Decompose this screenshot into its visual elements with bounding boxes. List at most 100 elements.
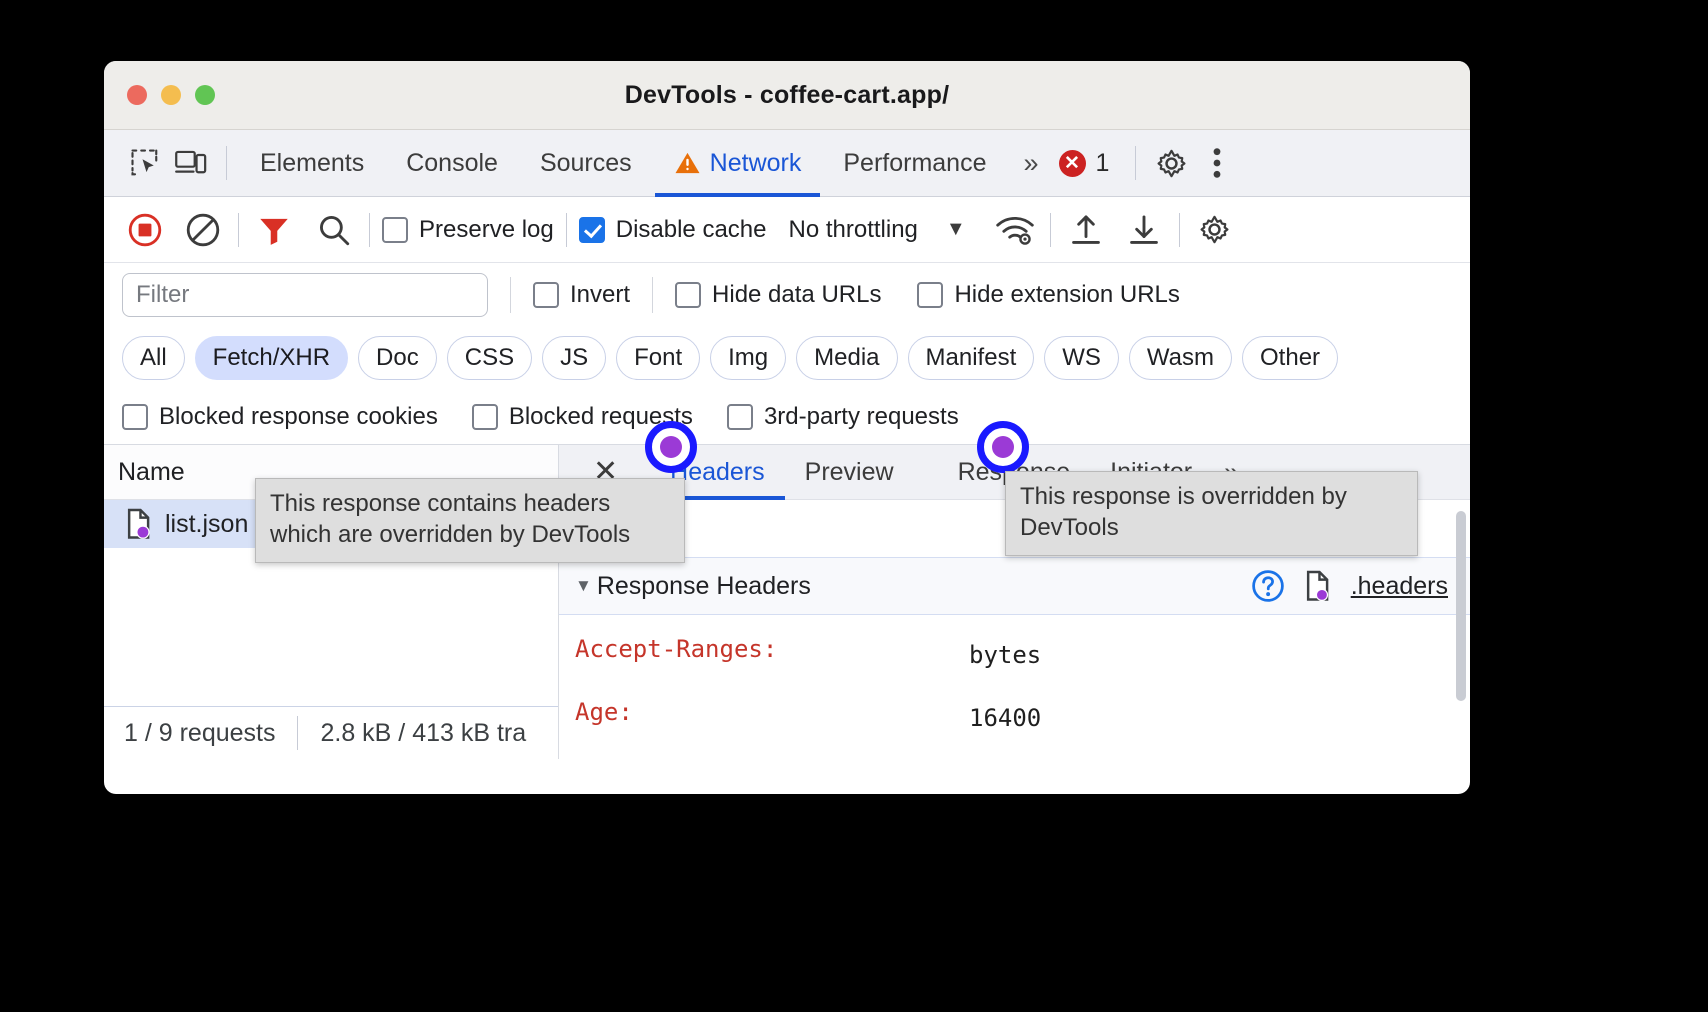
chip-css[interactable]: CSS	[447, 336, 532, 380]
header-name: Accept-Ranges:	[575, 635, 969, 676]
chip-img[interactable]: Img	[710, 336, 786, 380]
disable-cache-box[interactable]	[579, 217, 605, 243]
tab-preview-label: Preview	[805, 458, 894, 487]
json-file-overridden-icon	[124, 508, 154, 540]
tab-console-label: Console	[406, 149, 498, 178]
chevron-down-icon[interactable]: ▼	[946, 218, 966, 241]
chevron-down-icon[interactable]: ▼	[575, 576, 592, 596]
hide-extension-urls-label: Hide extension URLs	[954, 281, 1179, 309]
blocked-response-cookies-label: Blocked response cookies	[159, 403, 438, 431]
download-arrow-icon[interactable]	[1121, 207, 1167, 253]
tab-network-label: Network	[710, 149, 802, 178]
toolbar-divider-4	[1050, 213, 1051, 247]
request-name: list.json	[165, 510, 248, 539]
chip-manifest[interactable]: Manifest	[908, 336, 1035, 380]
blocked-response-cookies-box[interactable]	[122, 404, 148, 430]
tab-sources[interactable]: Sources	[519, 130, 653, 197]
network-settings-gear-icon[interactable]	[1192, 207, 1238, 253]
response-headers-section-header[interactable]: ▼ Response Headers	[559, 557, 1470, 615]
throttling-select[interactable]: No throttling	[788, 216, 917, 244]
badge-divider	[1135, 146, 1136, 180]
chip-doc[interactable]: Doc	[358, 336, 437, 380]
title-bar: DevTools - coffee-cart.app/	[104, 61, 1470, 130]
tab-performance-label: Performance	[843, 149, 986, 178]
error-count: 1	[1096, 149, 1110, 178]
devtools-window: DevTools - coffee-cart.app/ Elements	[104, 61, 1470, 794]
search-icon[interactable]	[311, 207, 357, 253]
inspect-element-icon[interactable]	[122, 140, 168, 186]
blocked-requests-box[interactable]	[472, 404, 498, 430]
hide-data-urls-checkbox[interactable]: Hide data URLs	[675, 281, 881, 309]
third-party-requests-checkbox[interactable]: 3rd-party requests	[727, 403, 959, 431]
tab-preview[interactable]: Preview	[785, 445, 914, 500]
header-name: Age:	[575, 698, 969, 739]
section-actions: .headers	[1251, 569, 1448, 603]
error-badge[interactable]: ✕ 1	[1051, 149, 1124, 178]
device-toolbar-icon[interactable]	[168, 140, 214, 186]
resource-type-filters: All Fetch/XHR Doc CSS JS Font Img Media …	[104, 327, 1470, 389]
chip-fetch-xhr[interactable]: Fetch/XHR	[195, 336, 348, 380]
transferred-size: 2.8 kB / 413 kB tra	[320, 719, 526, 748]
chip-media[interactable]: Media	[796, 336, 897, 380]
annotation-ring-headers-tab	[645, 421, 697, 473]
screen-root: DevTools - coffee-cart.app/ Elements	[0, 0, 1708, 1012]
chip-js[interactable]: JS	[542, 336, 606, 380]
hide-extension-urls-box[interactable]	[917, 282, 943, 308]
disable-cache-checkbox[interactable]: Disable cache	[579, 216, 767, 244]
toolbar-divider-1	[238, 213, 239, 247]
section-title: Response Headers	[597, 572, 811, 601]
help-question-icon[interactable]	[1251, 569, 1285, 603]
extra-filter-row: Blocked response cookies Blocked request…	[104, 389, 1470, 445]
tab-elements[interactable]: Elements	[239, 130, 385, 197]
header-value[interactable]: 16400	[969, 698, 1041, 739]
upload-arrow-icon[interactable]	[1063, 207, 1109, 253]
preserve-log-box[interactable]	[382, 217, 408, 243]
gear-icon[interactable]	[1148, 140, 1194, 186]
chip-other[interactable]: Other	[1242, 336, 1338, 380]
disable-cache-label: Disable cache	[616, 216, 767, 244]
tooltip-headers-overridden: This response contains headers which are…	[255, 478, 685, 563]
header-row: Age: 16400	[559, 698, 1470, 739]
filter-input[interactable]: Filter	[122, 273, 488, 317]
hide-data-urls-box[interactable]	[675, 282, 701, 308]
requests-count: 1 / 9 requests	[124, 719, 275, 748]
annotation-ring-response-tab	[977, 421, 1029, 473]
kebab-menu-icon[interactable]	[1194, 140, 1240, 186]
tab-console[interactable]: Console	[385, 130, 519, 197]
invert-checkbox[interactable]: Invert	[533, 281, 630, 309]
tooltip-response-overridden: This response is overridden by DevTools	[1005, 471, 1418, 556]
filter-funnel-icon[interactable]	[251, 207, 297, 253]
preserve-log-checkbox[interactable]: Preserve log	[382, 216, 554, 244]
clear-icon[interactable]	[180, 207, 226, 253]
override-purple-dot-icon	[660, 436, 682, 458]
headers-file-link[interactable]: .headers	[1351, 572, 1448, 601]
wifi-gear-icon[interactable]	[992, 207, 1038, 253]
tab-divider	[226, 146, 227, 180]
header-value[interactable]: bytes	[969, 635, 1041, 676]
tab-network[interactable]: Network	[653, 130, 823, 197]
invert-label: Invert	[570, 281, 630, 309]
blocked-response-cookies-checkbox[interactable]: Blocked response cookies	[122, 403, 438, 431]
chip-all[interactable]: All	[122, 336, 185, 380]
chip-wasm[interactable]: Wasm	[1129, 336, 1232, 380]
more-tabs-button[interactable]: »	[1007, 148, 1050, 179]
hide-extension-urls-checkbox[interactable]: Hide extension URLs	[917, 281, 1179, 309]
overridden-file-icon[interactable]	[1303, 570, 1333, 602]
detail-scrollbar[interactable]	[1456, 511, 1466, 701]
header-row: Accept-Ranges: bytes	[559, 635, 1470, 676]
tab-performance[interactable]: Performance	[822, 130, 1007, 197]
chip-ws[interactable]: WS	[1044, 336, 1119, 380]
chip-font[interactable]: Font	[616, 336, 700, 380]
window-title: DevTools - coffee-cart.app/	[104, 81, 1470, 110]
toolbar-divider-2	[369, 213, 370, 247]
filter-divider-2	[652, 277, 653, 313]
tab-elements-label: Elements	[260, 149, 364, 178]
record-stop-icon[interactable]	[122, 207, 168, 253]
filter-divider-1	[510, 277, 511, 313]
toolbar-divider-5	[1179, 213, 1180, 247]
override-purple-dot-icon	[992, 436, 1014, 458]
invert-box[interactable]	[533, 282, 559, 308]
filter-bar: Filter Invert Hide data URLs Hide extens…	[104, 263, 1470, 327]
third-party-requests-box[interactable]	[727, 404, 753, 430]
devtools-tab-strip: Elements Console Sources Network	[104, 130, 1470, 197]
